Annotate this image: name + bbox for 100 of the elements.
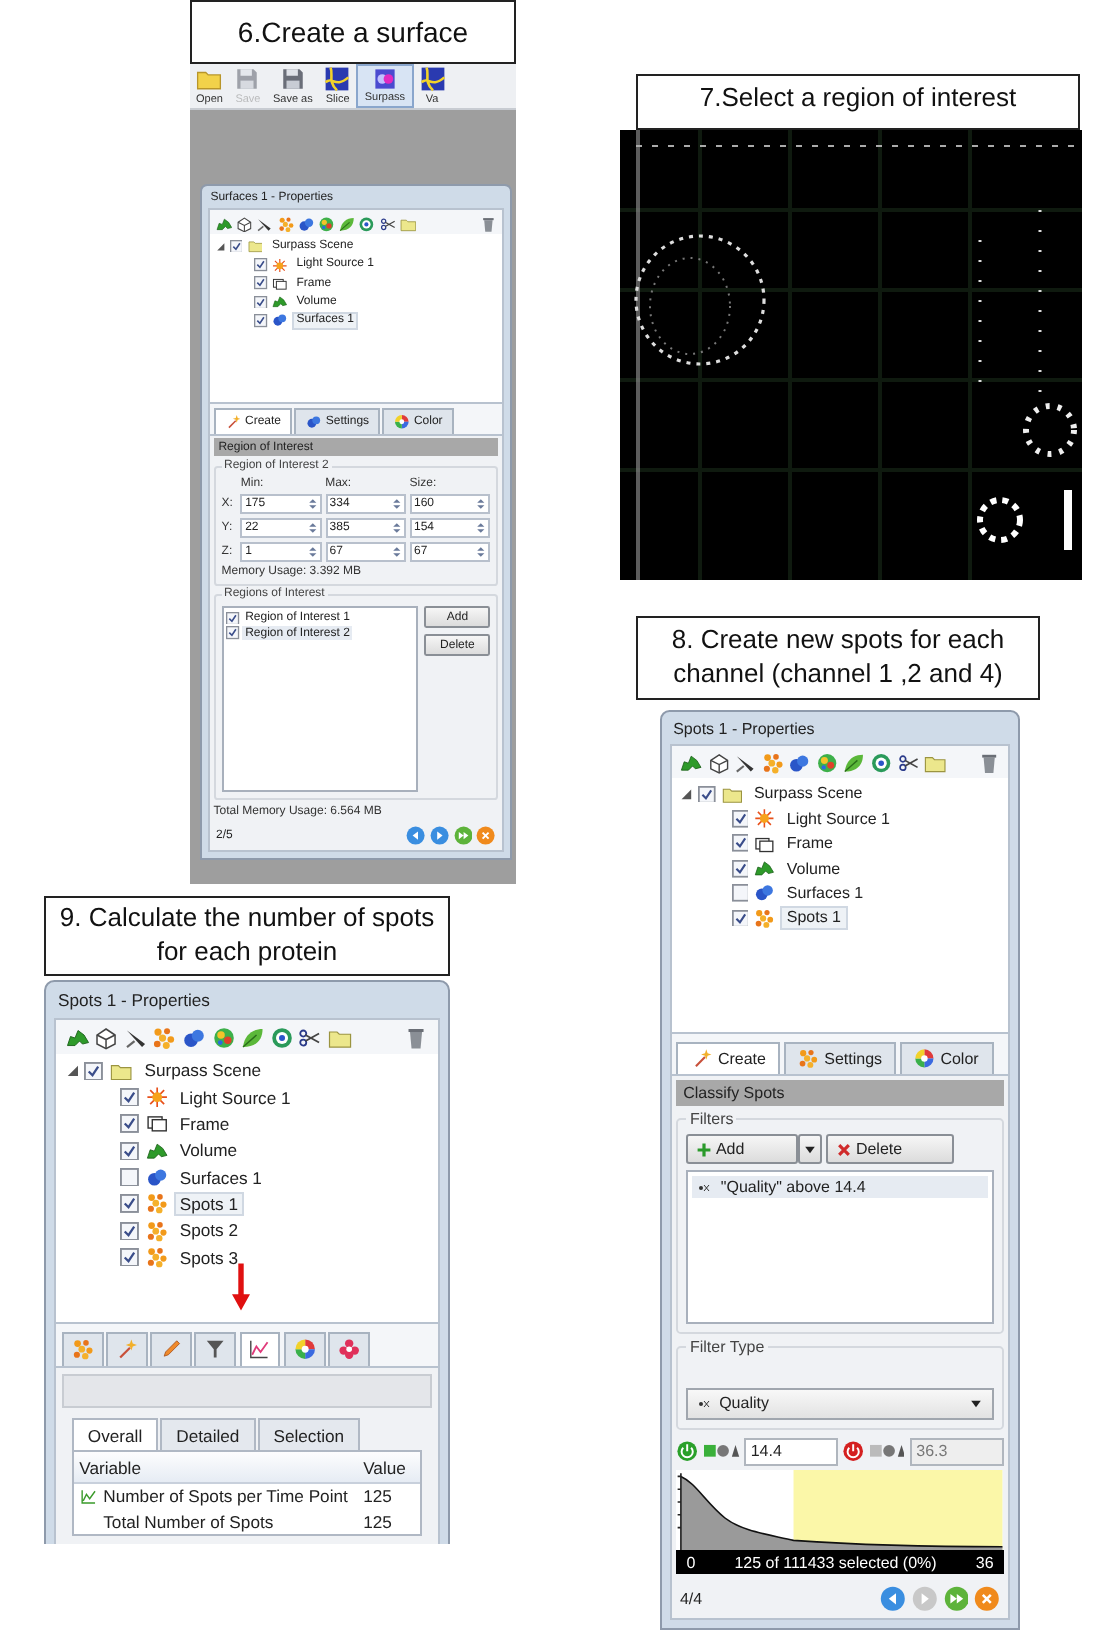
fast-forward-icon[interactable] — [943, 1586, 969, 1612]
tree-item[interactable]: Spots 1 — [173, 1191, 245, 1217]
target-icon[interactable] — [269, 1026, 294, 1051]
mode-icon[interactable] — [869, 1442, 905, 1461]
add-button[interactable]: Add — [686, 1134, 799, 1165]
threshold-field[interactable]: 36.3 — [909, 1437, 1004, 1466]
filter-item[interactable]: "Quality" above 14.4 — [691, 1175, 989, 1199]
tree-item[interactable]: Volume — [173, 1137, 244, 1164]
checkbox[interactable] — [120, 1141, 140, 1161]
cell-icon[interactable] — [211, 1026, 236, 1051]
knife-icon[interactable] — [123, 1026, 148, 1051]
tree-item[interactable]: Surpass Scene — [747, 782, 869, 806]
tree-item[interactable]: Surfaces 1 — [173, 1164, 269, 1191]
checkbox[interactable] — [731, 809, 749, 828]
tab[interactable]: Selection — [257, 1418, 360, 1451]
leaf-icon[interactable] — [842, 752, 866, 776]
checkbox[interactable] — [731, 884, 749, 902]
tree-item[interactable]: Volume — [780, 856, 847, 880]
blob-icon[interactable] — [680, 752, 703, 776]
spinner-icon[interactable] — [476, 545, 487, 558]
checkbox[interactable] — [225, 626, 240, 641]
expand-icon[interactable] — [216, 241, 226, 252]
plane-icon[interactable] — [236, 215, 254, 233]
dots-icon[interactable] — [277, 215, 294, 233]
checkbox[interactable] — [254, 314, 268, 328]
blob-icon[interactable] — [297, 215, 315, 233]
spinner-icon[interactable] — [476, 497, 487, 510]
expand-icon[interactable] — [680, 787, 693, 801]
blob-icon[interactable] — [216, 215, 233, 233]
checkbox[interactable] — [254, 295, 268, 309]
spinner-icon[interactable] — [392, 521, 402, 534]
tab[interactable] — [327, 1331, 370, 1367]
checkbox[interactable] — [229, 239, 243, 253]
checkbox[interactable] — [731, 834, 749, 853]
expand-icon[interactable] — [65, 1063, 79, 1078]
checkbox[interactable] — [731, 859, 749, 878]
checkbox[interactable] — [254, 258, 268, 272]
tab[interactable]: Create — [676, 1041, 781, 1076]
blob-icon[interactable] — [182, 1026, 207, 1051]
checkbox[interactable] — [225, 611, 240, 625]
tab[interactable] — [283, 1331, 326, 1367]
scissors-icon[interactable] — [298, 1026, 323, 1051]
checkbox[interactable] — [120, 1247, 140, 1267]
spinner-icon[interactable] — [307, 545, 318, 558]
knife-icon[interactable] — [734, 752, 757, 776]
target-icon[interactable] — [358, 215, 376, 233]
column-header[interactable]: Variable — [79, 1457, 364, 1478]
trash-icon[interactable] — [404, 1026, 429, 1051]
checkbox[interactable] — [120, 1221, 140, 1240]
spinner-icon[interactable] — [307, 497, 318, 510]
knife-icon[interactable] — [256, 215, 274, 233]
dots-icon[interactable] — [761, 752, 784, 776]
checkbox[interactable] — [120, 1167, 140, 1187]
threshold-field[interactable]: 14.4 — [743, 1437, 838, 1466]
checkbox[interactable] — [120, 1087, 140, 1107]
checkbox[interactable] — [254, 276, 268, 291]
dropdown-button[interactable] — [798, 1134, 822, 1165]
tree-item[interactable]: Spots 1 — [780, 906, 848, 930]
spinner-icon[interactable] — [307, 521, 318, 534]
blob-icon[interactable] — [65, 1026, 90, 1051]
tree-item[interactable]: Light Source 1 — [780, 806, 896, 831]
mode-icon[interactable] — [703, 1442, 740, 1461]
filter-type-dropdown[interactable]: Quality — [686, 1388, 994, 1420]
tree-item[interactable]: Frame — [173, 1111, 236, 1137]
tree-item[interactable]: Surfaces 1 — [780, 881, 870, 905]
checkbox[interactable] — [698, 785, 716, 803]
tree-item[interactable]: Spots 2 — [173, 1217, 245, 1244]
cell-icon[interactable] — [317, 215, 335, 233]
leaf-icon[interactable] — [338, 215, 356, 233]
checkbox[interactable] — [731, 909, 749, 927]
plane-icon[interactable] — [707, 752, 730, 776]
forward-icon[interactable] — [430, 826, 450, 846]
scissors-icon[interactable] — [897, 752, 920, 776]
checkbox[interactable] — [120, 1194, 140, 1214]
target-icon[interactable] — [870, 752, 893, 776]
tab[interactable] — [239, 1331, 281, 1369]
tree-item[interactable]: Surpass Scene — [138, 1057, 268, 1084]
power-icon[interactable] — [842, 1440, 865, 1463]
power-icon[interactable] — [676, 1440, 700, 1463]
trash-icon[interactable] — [479, 215, 496, 233]
spinner-icon[interactable] — [392, 545, 402, 558]
fast-forward-icon[interactable] — [453, 826, 473, 846]
column-header[interactable]: Value — [363, 1457, 415, 1478]
leaf-icon[interactable] — [240, 1026, 265, 1051]
tab[interactable]: Settings — [783, 1041, 897, 1074]
spinner-icon[interactable] — [392, 497, 402, 510]
blob-icon[interactable] — [788, 752, 811, 776]
checkbox[interactable] — [120, 1114, 140, 1134]
tab[interactable]: Overall — [72, 1418, 159, 1451]
tab[interactable] — [194, 1331, 237, 1367]
tab[interactable]: Detailed — [160, 1418, 256, 1451]
cell-icon[interactable] — [815, 752, 839, 776]
tree-item[interactable]: Spots 3 — [173, 1244, 245, 1271]
scissors-icon[interactable] — [379, 215, 396, 233]
back-icon[interactable] — [880, 1586, 907, 1612]
dots-icon[interactable] — [152, 1026, 177, 1051]
spinner-icon[interactable] — [476, 521, 487, 534]
plane-icon[interactable] — [94, 1026, 119, 1051]
tree-item[interactable]: Light Source 1 — [173, 1084, 297, 1111]
trash-icon[interactable] — [977, 752, 1000, 776]
